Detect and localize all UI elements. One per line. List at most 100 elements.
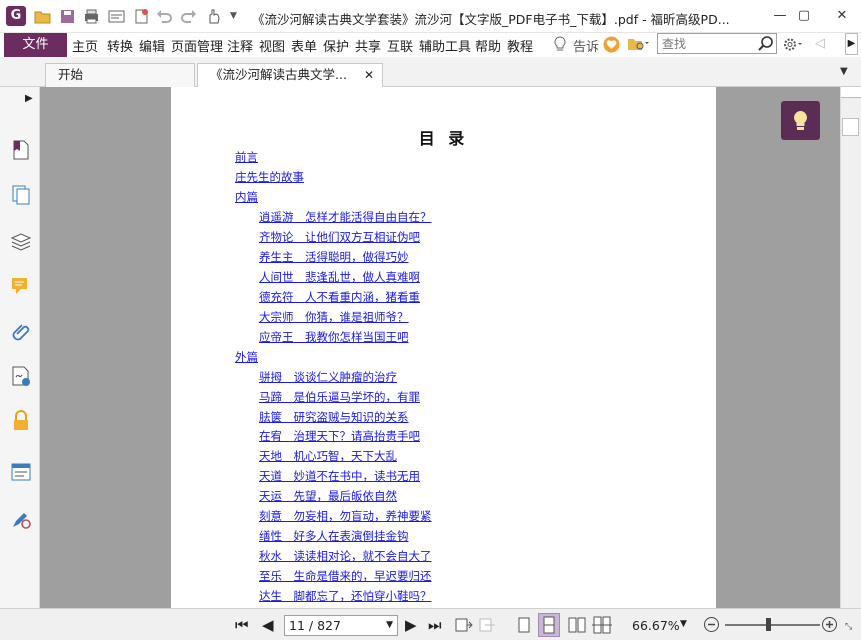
toc-section-link[interactable]: 庄先生的故事	[235, 169, 304, 185]
toc-chapter-link[interactable]: 大宗师 你猜，谁是祖师爷？	[259, 309, 409, 325]
search-icon[interactable]	[757, 35, 774, 55]
settings-gear-icon[interactable]	[782, 36, 804, 56]
redo-icon[interactable]	[180, 8, 197, 25]
undo-icon[interactable]	[156, 8, 173, 25]
toc-chapter-link[interactable]: 缮性 好多人在表演倒挂金钩	[259, 528, 409, 544]
zoom-dropdown-icon[interactable]: ▼	[680, 619, 687, 629]
attachment-paperclip-icon[interactable]	[10, 320, 32, 342]
toc-section-link[interactable]: 前言	[235, 149, 258, 165]
tab-start-label: 开始	[58, 67, 84, 82]
page-number-field[interactable]: 11 / 827 ▼	[284, 615, 398, 636]
toc-chapter-link[interactable]: 天道 妙道不在书中，读书无用	[259, 468, 420, 484]
toc-chapter-link[interactable]: 骈拇 谈谈仁义肿瘤的治疗	[259, 369, 397, 385]
menu-page-management[interactable]: 页面管理	[171, 36, 223, 55]
certificate-pen-icon[interactable]	[10, 508, 32, 530]
security-lock-icon[interactable]	[10, 410, 32, 432]
scroll-thumb[interactable]	[842, 118, 859, 136]
print-icon[interactable]	[83, 8, 100, 25]
page-dropdown-icon[interactable]: ▼	[386, 616, 393, 635]
close-tab-icon[interactable]: ✕	[364, 64, 374, 86]
toc-chapter-link[interactable]: 养生主 活得聪明，做得巧妙	[259, 249, 409, 265]
tab-list-dropdown-icon[interactable]: ▼	[840, 66, 848, 77]
menu-help[interactable]: 帮助	[475, 36, 501, 55]
toc-chapter-link[interactable]: 达生 脚都忘了，还怕穿小鞋吗？	[259, 588, 432, 604]
find-folder-icon[interactable]	[627, 36, 649, 56]
toc-chapter-link[interactable]: 天运 先望，最后皈依自然	[259, 488, 397, 504]
toc-chapter-link[interactable]: 人间世 悲逢乱世，做人真难啊	[259, 269, 420, 285]
restore-button[interactable]: ▢	[790, 6, 818, 26]
form-fields-icon[interactable]	[10, 461, 32, 483]
expand-panel-icon[interactable]: ▶	[25, 93, 33, 104]
toc-chapter-link[interactable]: 至乐 生命是借来的，早迟要归还	[259, 568, 432, 584]
expand-statusbar-icon[interactable]: ⤡	[845, 622, 852, 632]
signature-icon[interactable]	[10, 365, 32, 387]
menu-connect[interactable]: 互联	[387, 36, 413, 55]
save-icon[interactable]	[59, 8, 76, 25]
hand-tool-icon[interactable]	[205, 8, 222, 25]
zoom-level[interactable]: 66.67%	[632, 618, 680, 633]
smart-tip-button[interactable]	[781, 101, 820, 140]
toc-section-link[interactable]: 内篇	[235, 189, 258, 205]
search-field[interactable]	[657, 33, 777, 54]
feedback-heart-icon[interactable]	[603, 36, 620, 56]
toc-chapter-link[interactable]: 天地 机心巧智，天下大乱	[259, 448, 397, 464]
first-page-icon[interactable]: ⏮	[235, 615, 249, 635]
ribbon-scroll-right-icon[interactable]: ▶	[845, 33, 858, 55]
comments-icon[interactable]	[10, 275, 32, 297]
next-view-icon[interactable]	[477, 615, 497, 638]
menu-convert[interactable]: 转换	[107, 36, 133, 55]
tab-document[interactable]: 《流沙河解读古典文学... ✕	[197, 63, 383, 87]
last-page-icon[interactable]: ⏭	[428, 615, 442, 635]
close-window-button[interactable]: ✕	[828, 6, 856, 26]
properties-icon[interactable]	[108, 8, 125, 25]
previous-page-icon[interactable]: ◀	[262, 615, 274, 635]
toc-chapter-link[interactable]: 秋水 读读相对论，就不会自大了	[259, 548, 432, 564]
vertical-scrollbar[interactable]	[840, 87, 861, 608]
tell-me-label[interactable]: 告诉	[573, 36, 599, 55]
toc-chapter-link[interactable]: 德充符 人不看重内涵，猪看重	[259, 289, 420, 305]
toc-section-link[interactable]: 外篇	[235, 349, 258, 365]
document-viewer[interactable]: 目 录 前言庄先生的故事 内篇 逍遥游 怎样才能活得自由自在？ 齐物论 让他们双方互相…	[40, 87, 840, 608]
menu-protect[interactable]: 保护	[323, 36, 349, 55]
bookmark-icon[interactable]	[10, 139, 32, 161]
menu-tutorial[interactable]: 教程	[507, 36, 533, 55]
pages-thumbnail-icon[interactable]	[10, 184, 32, 206]
tab-document-label: 《流沙河解读古典文学...	[210, 67, 347, 82]
toc-heading: 目 录	[418, 129, 469, 148]
facing-view-icon[interactable]	[567, 615, 587, 638]
menu-share[interactable]: 共享	[355, 36, 381, 55]
toc-chapter-link[interactable]: 刻意 勿妄相，勿盲动，养神要紧	[259, 508, 432, 524]
search-input[interactable]	[658, 34, 756, 53]
zoom-slider-thumb[interactable]	[766, 618, 771, 631]
toc-chapter-link[interactable]: 胠箧 研究盗贼与知识的关系	[259, 409, 409, 425]
previous-view-icon[interactable]	[453, 615, 473, 638]
quick-access-dropdown-icon[interactable]: ▼	[230, 11, 247, 28]
toc-chapter-link[interactable]: 逍遥游 怎样才能活得自由自在？	[259, 209, 432, 225]
app-logo-icon[interactable]: G	[6, 6, 26, 26]
menu-view[interactable]: 视图	[259, 36, 285, 55]
continuous-view-icon[interactable]	[538, 613, 560, 637]
toc-chapter-link[interactable]: 在宥 治理天下？请高抬贵手吧	[259, 428, 420, 444]
tab-start[interactable]: 开始	[45, 63, 195, 87]
new-document-icon[interactable]	[133, 8, 150, 25]
layers-icon[interactable]	[10, 230, 32, 252]
toc-chapter-link[interactable]: 齐物论 让他们双方互相证伪吧	[259, 229, 420, 245]
zoom-out-icon[interactable]	[703, 616, 720, 636]
menu-comment[interactable]: 注释	[227, 36, 253, 55]
open-folder-icon[interactable]	[34, 8, 51, 25]
ribbon-scroll-left-icon[interactable]: ◁	[815, 36, 825, 51]
lightbulb-icon[interactable]	[553, 36, 567, 56]
file-menu[interactable]: 文件	[4, 33, 67, 57]
next-page-icon[interactable]: ▶	[405, 615, 417, 635]
zoom-in-icon[interactable]	[821, 616, 838, 636]
toc-chapter-link[interactable]: 应帝王 我教你怎样当国王吧	[259, 329, 409, 345]
menu-home[interactable]: 主页	[72, 36, 98, 55]
menu-edit[interactable]: 编辑	[139, 36, 165, 55]
scroll-thumb-top[interactable]	[841, 87, 861, 98]
toc-chapter-link[interactable]: 马蹄 是伯乐逼马学坏的，有罪	[259, 389, 420, 405]
single-page-view-icon[interactable]	[517, 615, 531, 638]
menu-accessibility[interactable]: 辅助工具	[419, 36, 471, 55]
menu-form[interactable]: 表单	[291, 36, 317, 55]
continuous-facing-view-icon[interactable]	[592, 615, 612, 638]
zoom-slider-track[interactable]	[725, 618, 820, 631]
